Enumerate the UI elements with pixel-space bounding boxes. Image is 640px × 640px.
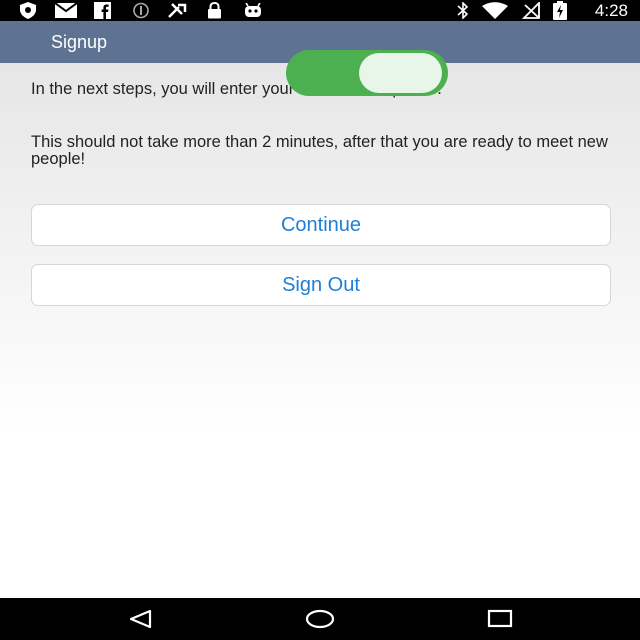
- bluetooth-icon: [454, 2, 472, 19]
- recents-icon[interactable]: [480, 604, 520, 634]
- no-signal-icon: [518, 2, 542, 19]
- wifi-icon: [480, 2, 510, 19]
- toggle-switch[interactable]: [286, 50, 448, 96]
- navigation-bar: [0, 598, 640, 640]
- no-sim-icon: [130, 2, 152, 19]
- lock-icon: [204, 2, 224, 19]
- email-icon: [54, 2, 78, 19]
- home-icon[interactable]: [300, 604, 340, 634]
- battery-charging-icon: [550, 1, 570, 20]
- sign-out-button[interactable]: Sign Out: [31, 264, 611, 306]
- shield-icon: [18, 2, 38, 19]
- back-icon[interactable]: [120, 604, 160, 634]
- continue-button[interactable]: Continue: [31, 204, 611, 246]
- signup-content: In the next steps, you will enter your B…: [0, 63, 640, 598]
- tools-icon: [164, 2, 190, 19]
- page-title: Signup: [51, 32, 108, 52]
- android-icon: [242, 2, 264, 19]
- facebook-icon: [92, 2, 112, 19]
- duration-text: This should not take more than 2 minutes…: [31, 133, 608, 168]
- status-bar: 4:28: [0, 0, 640, 21]
- status-time: 4:28: [594, 1, 628, 20]
- toggle-knob[interactable]: [359, 53, 442, 93]
